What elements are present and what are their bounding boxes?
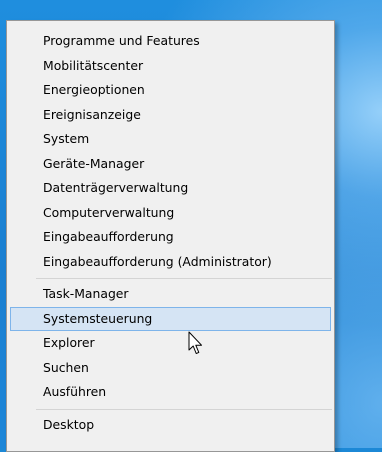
menu-item-systemsteuerung[interactable]: Systemsteuerung: [10, 306, 331, 331]
menu-item-datentraegerverwaltung[interactable]: Datenträgerverwaltung: [7, 176, 334, 201]
power-user-context-menu: Programme und Features Mobilitätscenter …: [6, 20, 335, 452]
menu-item-mobilitaetscenter[interactable]: Mobilitätscenter: [7, 54, 334, 79]
menu-separator: [36, 278, 332, 279]
menu-item-programme-und-features[interactable]: Programme und Features: [7, 29, 334, 54]
menu-item-eingabeaufforderung-admin[interactable]: Eingabeaufforderung (Administrator): [7, 250, 334, 275]
menu-item-ausfuehren[interactable]: Ausführen: [7, 380, 334, 405]
menu-item-desktop[interactable]: Desktop: [7, 413, 334, 438]
menu-item-ereignisanzeige[interactable]: Ereignisanzeige: [7, 103, 334, 128]
menu-item-suchen[interactable]: Suchen: [7, 356, 334, 381]
menu-item-system[interactable]: System: [7, 127, 334, 152]
menu-item-energieoptionen[interactable]: Energieoptionen: [7, 78, 334, 103]
menu-items: Programme und Features Mobilitätscenter …: [7, 29, 334, 437]
menu-item-explorer[interactable]: Explorer: [7, 331, 334, 356]
menu-separator: [36, 408, 332, 410]
menu-item-geraete-manager[interactable]: Geräte-Manager: [7, 152, 334, 177]
menu-item-eingabeaufforderung[interactable]: Eingabeaufforderung: [7, 225, 334, 250]
menu-item-task-manager[interactable]: Task-Manager: [7, 282, 334, 307]
menu-item-computerverwaltung[interactable]: Computerverwaltung: [7, 201, 334, 226]
